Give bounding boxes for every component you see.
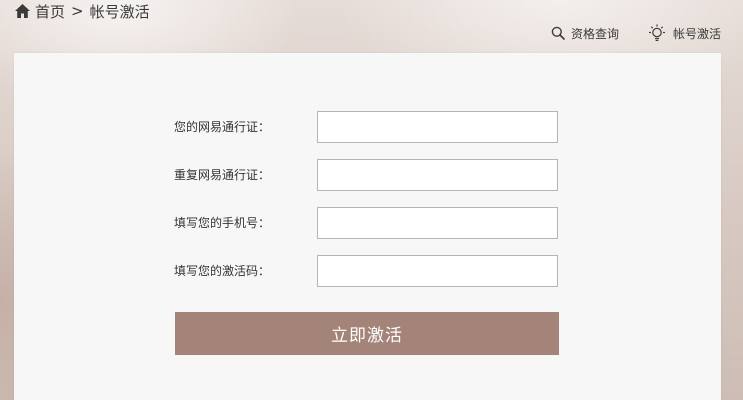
home-icon[interactable] <box>14 3 31 19</box>
form-row-account: 您的网易通行证： <box>14 111 721 143</box>
breadcrumb-current: 帐号激活 <box>89 2 150 21</box>
top-links: 资格查询 帐号激活 <box>551 24 721 42</box>
activate-link[interactable]: 帐号激活 <box>647 24 721 42</box>
breadcrumb: 首页 > 帐号激活 <box>14 1 150 21</box>
form-row-phone: 填写您的手机号： <box>14 207 721 239</box>
phone-input[interactable] <box>317 207 558 239</box>
activate-now-button[interactable]: 立即激活 <box>175 312 559 355</box>
lightbulb-icon <box>648 24 665 41</box>
search-icon <box>551 26 565 40</box>
breadcrumb-separator: > <box>71 2 84 20</box>
form-row-account-repeat: 重复网易通行证： <box>14 159 721 191</box>
activation-panel: 您的网易通行证： 重复网易通行证： 填写您的手机号： 填写您的激活码： 立即激活 <box>14 53 721 400</box>
phone-label: 填写您的手机号： <box>174 216 271 230</box>
breadcrumb-home-link[interactable]: 首页 <box>35 1 65 22</box>
account-input[interactable] <box>317 111 558 143</box>
query-link-label: 资格查询 <box>570 26 619 41</box>
form-row-activation-code: 填写您的激活码： <box>14 255 721 287</box>
account-repeat-input[interactable] <box>317 159 558 191</box>
account-repeat-label: 重复网易通行证： <box>174 168 271 182</box>
account-label: 您的网易通行证： <box>174 120 271 134</box>
top-bar: 首页 > 帐号激活 资格查询 帐号激活 <box>0 0 743 52</box>
activation-code-input[interactable] <box>317 255 558 287</box>
activate-link-label: 帐号激活 <box>672 26 721 41</box>
activation-code-label: 填写您的激活码： <box>174 264 271 278</box>
query-link[interactable]: 资格查询 <box>551 25 619 42</box>
